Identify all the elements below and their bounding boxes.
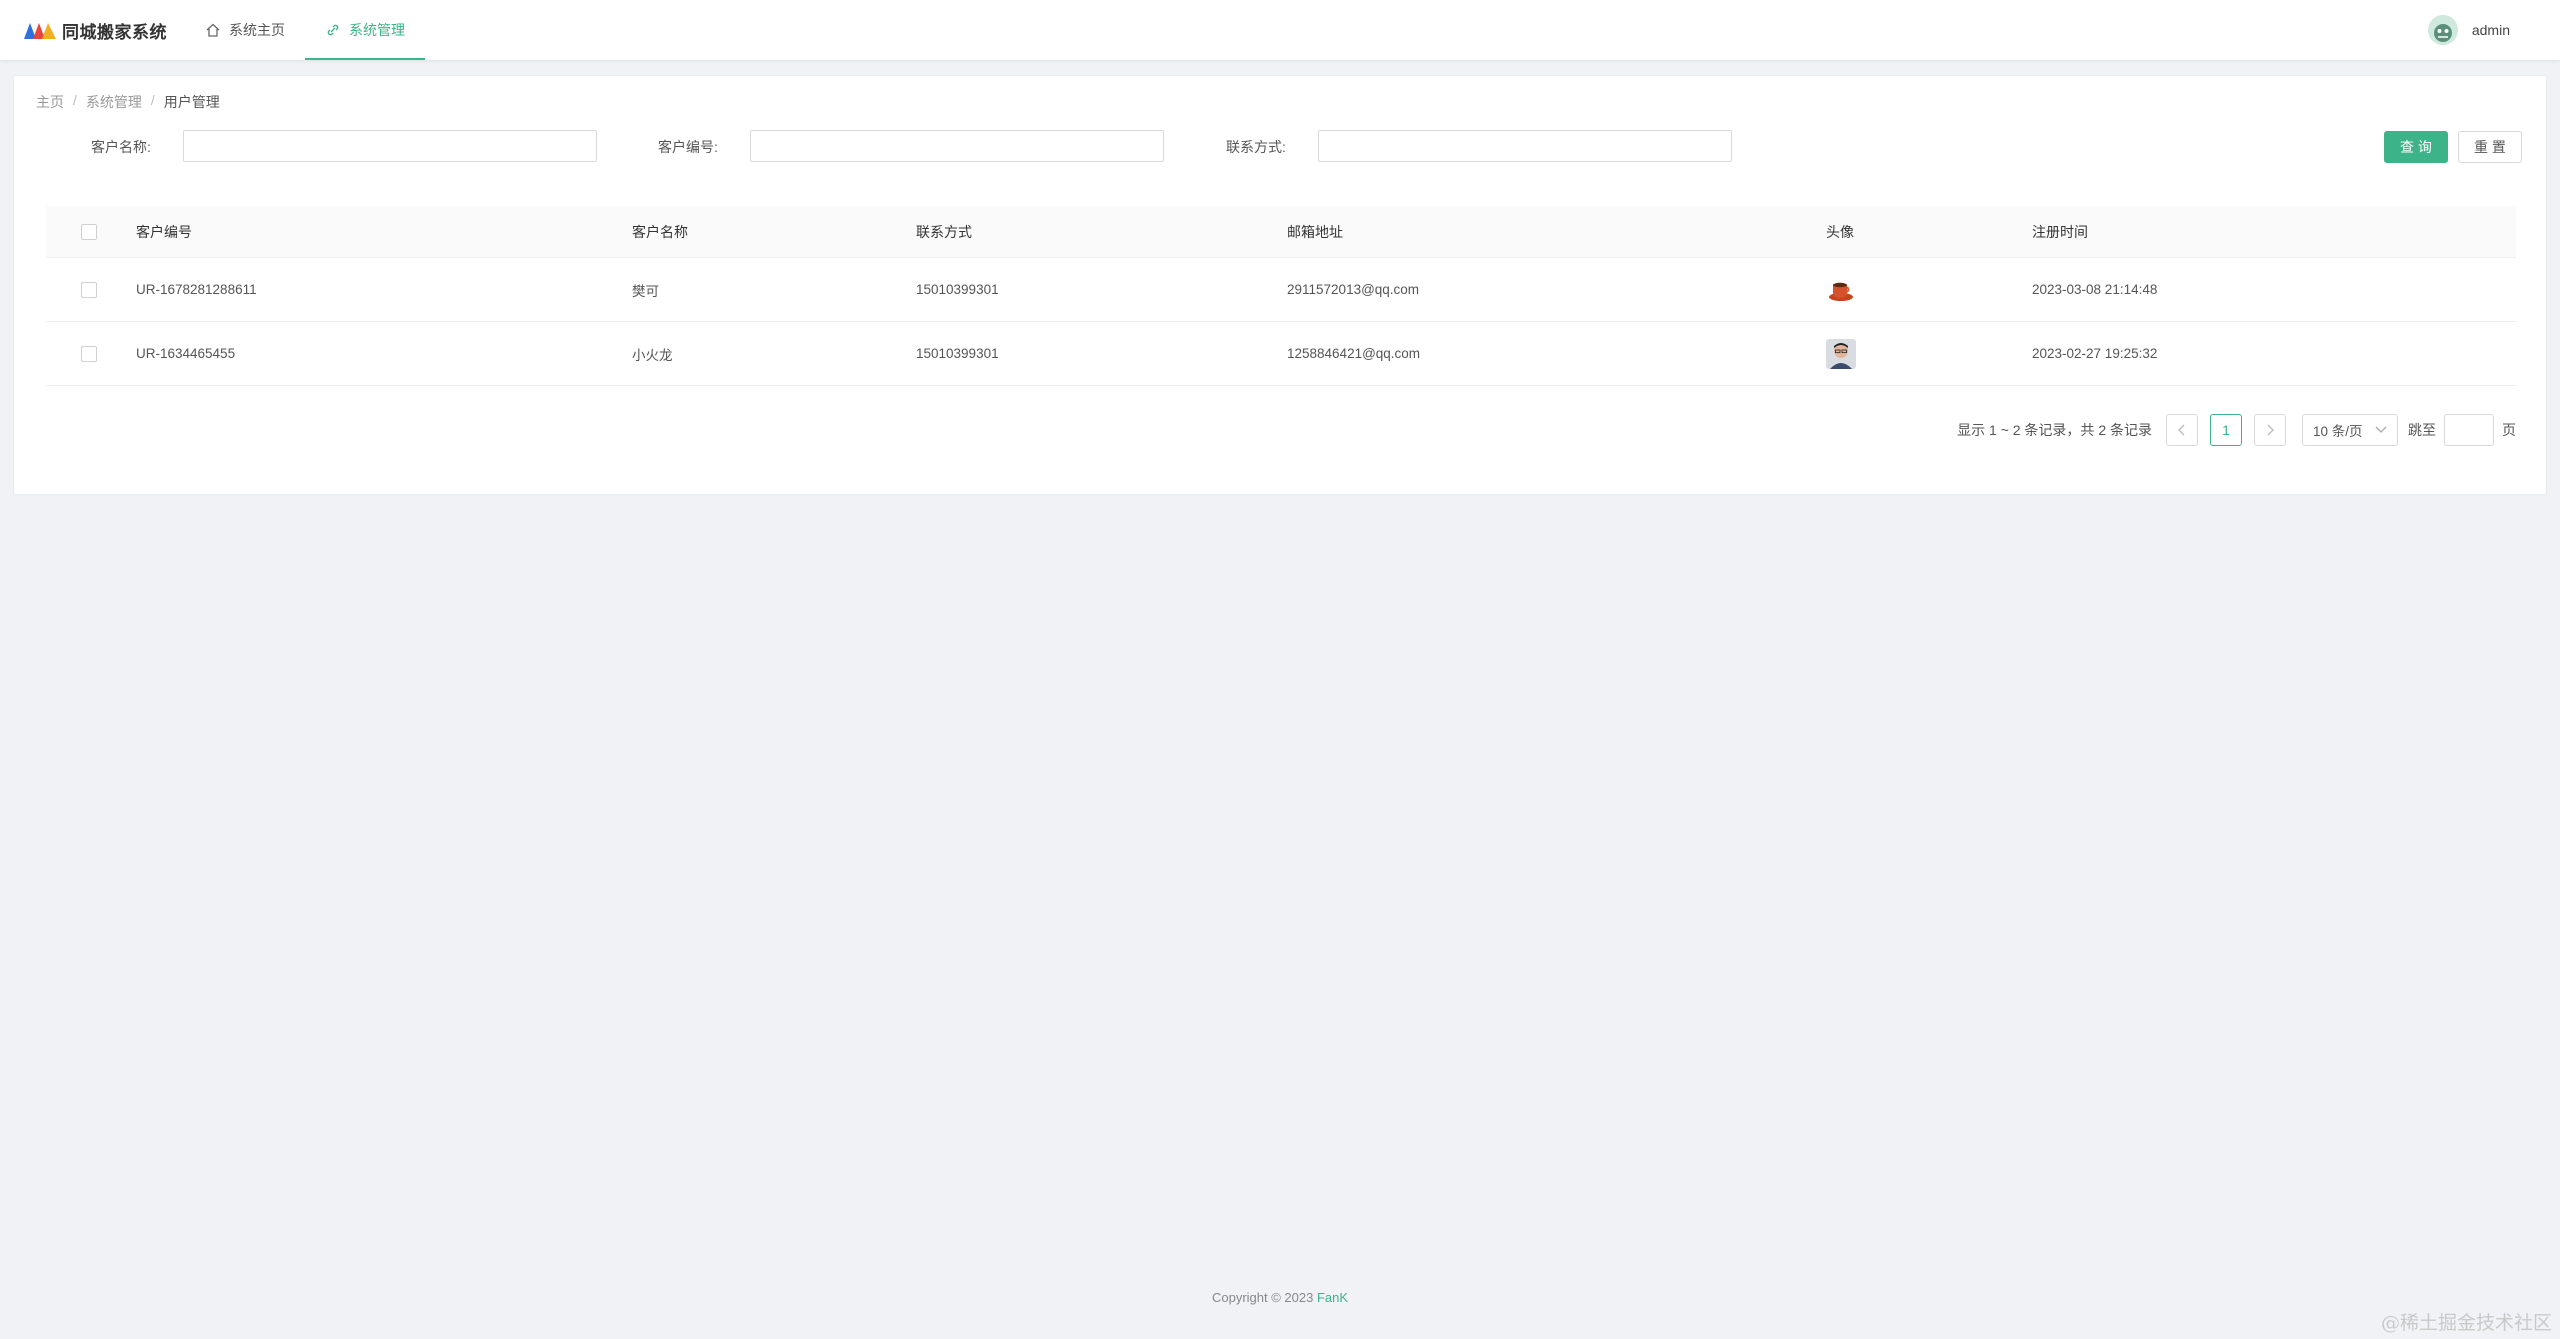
- coffee-cup-avatar[interactable]: [1826, 275, 1856, 305]
- row-checkbox[interactable]: [81, 345, 97, 362]
- search-form: 客户名称: 客户编号: 联系方式: 查 询 重 置: [14, 128, 2546, 163]
- breadcrumb-home[interactable]: 主页: [36, 92, 64, 112]
- table-row[interactable]: UR-1634465455 小火龙 15010399301 1258846421…: [46, 322, 2516, 386]
- select-all-checkbox[interactable]: [81, 223, 97, 240]
- breadcrumb-current: 用户管理: [163, 94, 220, 110]
- customer-code-label: 客户编号:: [658, 139, 718, 155]
- customer-name-label: 客户名称:: [91, 139, 151, 155]
- pagination: 显示 1 ~ 2 条记录，共 2 条记录 1 10 条/页 跳至 页: [1957, 414, 2516, 446]
- cell-email: 1258846421@qq.com: [1287, 346, 1421, 361]
- portrait-avatar[interactable]: [1826, 338, 1856, 369]
- page-button-current[interactable]: 1: [2210, 414, 2242, 446]
- cell-email: 2911572013@qq.com: [1287, 282, 1420, 297]
- nav-item-system-management[interactable]: 系统管理: [305, 0, 425, 60]
- contact-label: 联系方式:: [1226, 139, 1286, 155]
- cell-code: UR-1678281288611: [136, 282, 257, 297]
- column-header-code[interactable]: 客户编号: [136, 206, 192, 257]
- user-menu[interactable]: admin: [2427, 0, 2510, 60]
- app-logo[interactable]: 同城搬家系统: [24, 0, 167, 60]
- contact-input[interactable]: [1318, 130, 1732, 162]
- watermark: @稀土掘金技术社区: [2380, 1312, 2552, 1334]
- cell-phone: 15010399301: [916, 346, 999, 361]
- breadcrumb-separator: /: [73, 92, 77, 108]
- cell-code: UR-1634465455: [136, 346, 236, 361]
- user-name: admin: [2471, 22, 2510, 38]
- cell-name: 樊可: [632, 283, 659, 299]
- chevron-left-icon: [2178, 424, 2185, 436]
- cell-time: 2023-02-27 19:25:32: [2032, 346, 2158, 361]
- column-header-email[interactable]: 邮箱地址: [1287, 206, 1343, 257]
- top-nav: 系统主页 系统管理: [185, 0, 425, 60]
- column-header-name[interactable]: 客户名称: [632, 206, 688, 257]
- table-header: 客户编号 客户名称 联系方式 邮箱地址 头像 注册时间: [46, 206, 2516, 258]
- jump-label: 跳至: [2408, 422, 2436, 438]
- column-header-time[interactable]: 注册时间: [2032, 206, 2088, 257]
- user-table: 客户编号 客户名称 联系方式 邮箱地址 头像 注册时间 UR-167828128…: [46, 206, 2516, 386]
- table-row[interactable]: UR-1678281288611 樊可 15010399301 29115720…: [46, 258, 2516, 322]
- breadcrumb-system[interactable]: 系统管理: [86, 92, 142, 112]
- app-title: 同城搬家系统: [62, 22, 167, 42]
- user-avatar[interactable]: [2427, 15, 2458, 45]
- breadcrumb: 主页 / 系统管理 / 用户管理: [36, 92, 220, 112]
- breadcrumb-separator: /: [150, 92, 155, 108]
- cell-time: 2023-03-08 21:14:48: [2032, 282, 2158, 297]
- prev-page-button[interactable]: [2166, 414, 2198, 446]
- top-navbar: 同城搬家系统 系统主页 系统管理 admin: [0, 0, 2560, 60]
- next-page-button[interactable]: [2254, 414, 2286, 446]
- cell-name: 小火龙: [632, 347, 673, 363]
- nav-item-home[interactable]: 系统主页: [185, 0, 305, 60]
- content-card: 主页 / 系统管理 / 用户管理 客户名称: 客户编号: 联系方式: 查 询 重…: [13, 75, 2547, 495]
- query-button[interactable]: 查 询: [2384, 131, 2448, 163]
- nav-item-label: 系统管理: [349, 22, 405, 38]
- link-icon: [327, 24, 339, 36]
- column-header-avatar[interactable]: 头像: [1826, 206, 1854, 257]
- nav-item-label: 系统主页: [229, 22, 285, 38]
- copyright-text: Copyright © 2023: [1211, 1290, 1314, 1305]
- home-icon: [206, 23, 220, 37]
- page-size-select[interactable]: 10 条/页: [2302, 414, 2398, 446]
- customer-code-input[interactable]: [750, 130, 1164, 162]
- chevron-right-icon: [2267, 424, 2274, 436]
- author-link[interactable]: FanK: [1317, 1290, 1348, 1305]
- jump-page-input[interactable]: [2444, 414, 2494, 446]
- chevron-down-icon: [2375, 426, 2387, 433]
- row-checkbox[interactable]: [81, 281, 97, 298]
- cell-phone: 15010399301: [916, 282, 999, 297]
- reset-button[interactable]: 重 置: [2458, 131, 2522, 163]
- avatar-icon: [2427, 15, 2458, 45]
- customer-name-input[interactable]: [183, 130, 597, 162]
- page-suffix: 页: [2502, 422, 2516, 438]
- page-size-value: 10 条/页: [2313, 424, 2363, 439]
- column-header-phone[interactable]: 联系方式: [916, 206, 972, 257]
- logo-icon: [24, 23, 56, 39]
- footer: Copyright © 2023 FanK: [0, 1290, 2560, 1305]
- pagination-total: 显示 1 ~ 2 条记录，共 2 条记录: [1957, 422, 2152, 438]
